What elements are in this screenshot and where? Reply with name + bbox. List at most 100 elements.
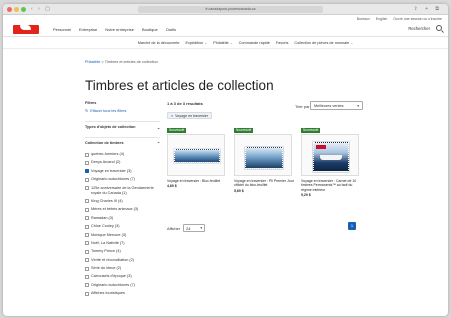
chevron-down-icon: ⌄ [156, 126, 160, 130]
filter-checkbox[interactable] [85, 169, 89, 174]
filter-option[interactable]: Carrousels d'époque (3) [85, 274, 160, 279]
nav-outils[interactable]: Outils [166, 27, 176, 32]
subnav-philately[interactable]: Philatélie ⌄ [213, 41, 232, 45]
filter-label: Originario autochtones (7) [91, 282, 135, 287]
filter-option[interactable]: Denys Arcand (2) [85, 160, 160, 165]
filter-label: Affiches touristiques [91, 291, 125, 296]
filter-option[interactable]: King Charles III (4) [85, 199, 160, 204]
filter-option[interactable]: 125e anniversaire de la Gendarmerie roya… [85, 186, 160, 196]
reset-filters-link[interactable]: ↻ Effacer tous les filtres [85, 108, 160, 114]
product-name[interactable]: Voyage en traversier : Pli Premier Jour … [234, 179, 294, 193]
filter-checkbox[interactable] [85, 258, 89, 263]
util-link-offices[interactable]: Bureaux [357, 17, 370, 21]
minimize-window-button[interactable] [14, 7, 19, 12]
filter-checkbox[interactable] [85, 224, 89, 229]
product-image[interactable] [301, 134, 359, 176]
product-image[interactable] [234, 134, 292, 176]
filter-label: Originario autochtones (7) [91, 177, 135, 182]
subnav-discovery[interactable]: Marché de la découverte [138, 41, 180, 45]
breadcrumb-root[interactable]: Philatélie [85, 60, 100, 64]
nav-notre-entreprise[interactable]: Notre entreprise [105, 27, 134, 32]
browser-tab-controls[interactable]: ⇪ + ⧉ [414, 6, 442, 12]
search-button[interactable]: Rechercher [408, 26, 430, 31]
util-link-signin[interactable]: Ouvrir une session ou s'inscrire [393, 17, 442, 21]
filter-checkbox[interactable] [85, 249, 89, 254]
product-card[interactable]: Nouveauté Voyage en traversier : Carnet … [301, 128, 359, 198]
filter-option[interactable]: Vérité et réconciliation (2) [85, 258, 160, 263]
filter-option[interactable]: Originario autochtones (7) [85, 283, 160, 288]
nav-personnel[interactable]: Personnel [53, 27, 71, 32]
results-count: 1 à 3 de 3 résultats [167, 101, 203, 106]
filter-checkbox[interactable] [85, 233, 89, 238]
subnav-favorites[interactable]: Favoris [276, 41, 288, 45]
filter-checkbox[interactable] [85, 152, 89, 157]
filter-option[interactable]: Ramadan (3) [85, 216, 160, 221]
first-day-cover-image [245, 147, 283, 169]
filter-checkbox[interactable] [85, 291, 89, 296]
section-stamp-collection[interactable]: Collection de timbres ⌃ [85, 137, 160, 149]
filter-option[interactable]: Noël, La Nativité (7) [85, 241, 160, 246]
filter-label: Monique Mercure (3) [91, 232, 127, 237]
filter-option[interactable]: Tommy Prince (4) [85, 249, 160, 254]
filter-label: Noël, La Nativité (7) [91, 240, 125, 245]
subnav-shipping[interactable]: Expédition ⌄ [186, 41, 208, 45]
filter-option[interactable]: quebec-formiers (4) [85, 152, 160, 157]
nav-entreprise[interactable]: Entreprise [79, 27, 97, 32]
filter-label: Carrousels d'époque (3) [91, 274, 132, 279]
section-collectible-types[interactable]: Types d'objets de collection ⌄ [85, 121, 160, 133]
filters-heading: Filtres [85, 101, 97, 105]
product-image[interactable] [167, 134, 225, 176]
filter-label: quebec-formiers (4) [91, 152, 125, 156]
stamp-souvenir-sheet-image [174, 149, 220, 163]
filter-label: Ramadan (3) [91, 215, 114, 220]
product-name[interactable]: Voyage en traversier : Carnet de 10 timb… [301, 179, 361, 197]
nav-boutique[interactable]: Boutique [142, 27, 158, 32]
filter-checkbox[interactable] [85, 266, 89, 271]
subnav-coins[interactable]: Collection de pièces de monnaie ⌄ [294, 41, 353, 45]
filter-checkbox[interactable] [85, 177, 89, 182]
filter-checkbox[interactable] [85, 241, 89, 246]
filter-label: Mères et bébés animaux (3) [91, 207, 139, 212]
filter-option[interactable]: Voyage en traversier (3) [85, 169, 160, 174]
subnav-quick-order[interactable]: Commande rapide [239, 41, 270, 45]
per-page-control: Afficher 24 ▾ [167, 224, 206, 232]
filter-label: Vérité et réconciliation (2) [91, 257, 135, 262]
browser-chrome: ‹ › ▢ fr.canadapost-postescanada.ca ⇪ + … [3, 4, 448, 15]
close-icon[interactable]: × [171, 113, 173, 118]
product-card[interactable]: Nouveauté Voyage en traversier : Bloc-fe… [167, 128, 225, 198]
filter-option[interactable]: Chloe Cooley (3) [85, 224, 160, 229]
active-filter-chip[interactable]: × Voyage en traversier [167, 112, 213, 119]
product-name[interactable]: Voyage en traversier : Bloc-feuillet 4,6… [167, 179, 227, 189]
close-window-button[interactable] [7, 7, 12, 12]
chevron-down-icon: ▾ [357, 104, 359, 108]
product-price: 5,60 $ [234, 188, 244, 193]
product-card[interactable]: Nouveauté Voyage en traversier : Pli Pre… [234, 128, 294, 198]
filter-checkbox[interactable] [85, 160, 89, 165]
util-link-language[interactable]: English [376, 17, 387, 21]
filter-option[interactable]: Affiches touristiques [85, 291, 160, 296]
sort-select[interactable]: Meilleures ventes ▾ [310, 101, 363, 110]
permanent-mark-icon [316, 145, 326, 149]
filter-option[interactable]: Mères et bébés animaux (3) [85, 207, 160, 212]
filter-checkbox[interactable] [85, 207, 89, 212]
filter-checkbox[interactable] [85, 283, 89, 288]
filter-checkbox[interactable] [85, 199, 89, 204]
address-bar[interactable]: fr.canadapost-postescanada.ca [138, 6, 323, 13]
filter-option[interactable]: Originario autochtones (7) [85, 177, 160, 182]
page-button-current[interactable]: 1 [348, 222, 356, 230]
browser-nav-buttons[interactable]: ‹ › ▢ [31, 6, 52, 12]
stamp-booklet-image [313, 142, 349, 172]
breadcrumb-separator: > [101, 60, 104, 64]
filter-checkbox[interactable] [85, 274, 89, 279]
filter-checkbox[interactable] [85, 216, 89, 221]
filter-option[interactable]: Monique Mercure (3) [85, 233, 160, 238]
chevron-down-icon: ▾ [200, 226, 203, 230]
filter-checkbox[interactable] [85, 186, 89, 191]
eagle-logo-icon [20, 25, 31, 30]
filter-label: Denys Arcand (2) [91, 160, 121, 165]
maximize-window-button[interactable] [21, 7, 26, 12]
per-page-select[interactable]: 24 ▾ [183, 224, 206, 232]
search-icon[interactable] [436, 25, 442, 31]
filter-option[interactable]: Série du bleue (2) [85, 266, 160, 271]
filter-sidebar: Filtres ↻ Effacer tous les filtres Types… [85, 101, 160, 300]
